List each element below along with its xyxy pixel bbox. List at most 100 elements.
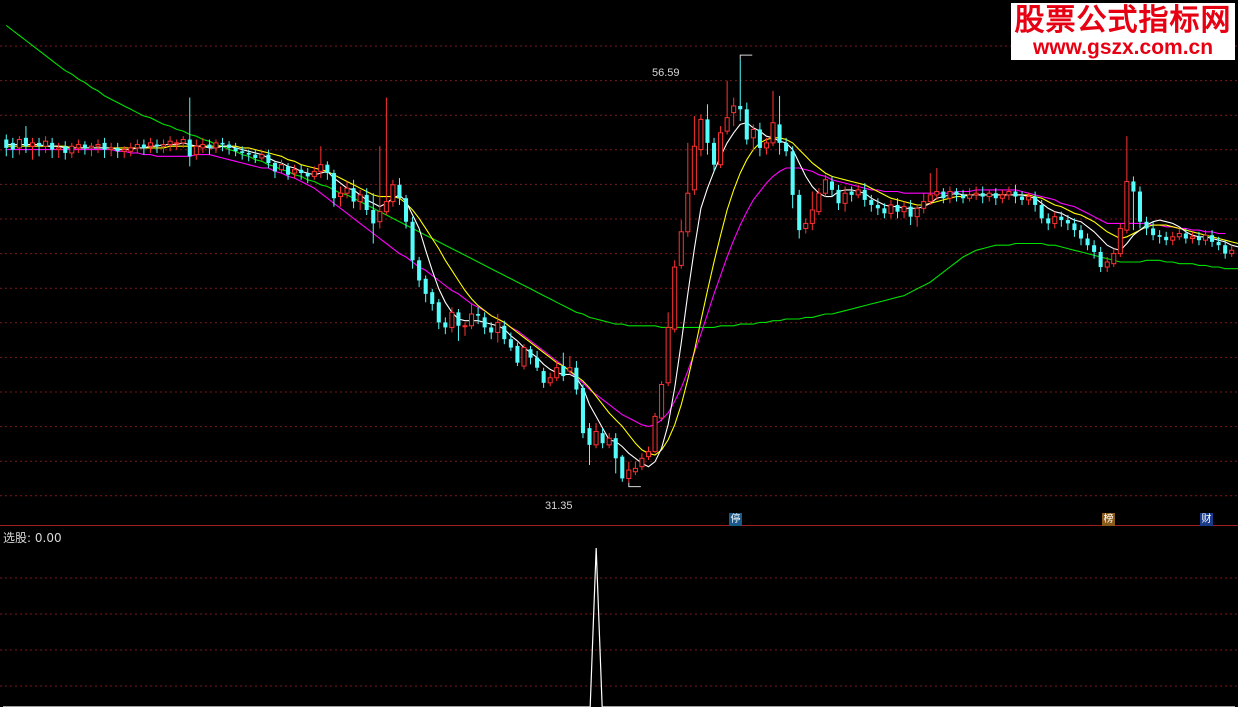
candle-body [855,189,861,196]
candle-body [233,147,238,152]
candle-body [174,142,180,145]
candle-body [16,139,22,149]
candle [672,260,678,333]
candle-body [705,119,710,143]
candle-body [1176,232,1182,238]
candle-body [1013,191,1018,197]
candle-body [718,132,724,166]
candle-body [278,164,285,171]
stock-chart[interactable] [0,0,1238,707]
candle-body [299,169,304,174]
candle-body [691,145,697,191]
candle-body [108,147,114,151]
indicator-label: 选股: 0.00 [3,531,62,545]
candle-body [862,189,867,200]
candle-body [724,117,730,132]
low-price-label: 31.35 [545,500,573,512]
candle-body [816,192,822,213]
candle-body [672,266,678,330]
candle-body [482,317,487,328]
candle-body [941,191,946,199]
candle-body [836,189,841,204]
high-price-label: 56.59 [652,67,680,79]
candle-body [56,147,62,151]
indicator-name: 选股 [3,531,28,545]
candle-body [1072,223,1077,231]
candle-body [986,192,992,198]
candle-body [515,345,520,363]
candle-body [1151,228,1156,236]
candle-body [600,433,605,444]
candle-body [973,192,979,196]
candle-body [1026,196,1032,201]
candle-body [1189,236,1195,240]
candle-body [213,142,219,149]
candle-body [561,366,566,377]
candle [620,454,625,482]
candle-body [744,109,749,140]
candle-body [371,209,376,224]
candle [659,381,665,422]
candle-body [403,198,409,222]
candle-body [469,313,475,327]
candle-body [1039,204,1044,219]
candle-body [462,325,468,328]
event-badge-ranking[interactable]: 榜 [1102,513,1115,526]
candle-body [652,415,658,453]
candle-body [980,193,985,197]
candle-body [829,181,835,190]
candle-body [620,456,625,479]
candle-body [147,142,153,147]
candle-body [665,326,671,384]
candle-body [430,292,435,304]
candle-body [790,151,795,195]
candle-body [456,312,461,326]
candle-body [528,349,533,358]
candle-body [1144,221,1149,229]
candle-body [784,142,789,152]
candle [652,413,658,454]
candle-body [88,145,94,149]
candle-body [869,199,874,205]
candle-body [803,222,809,229]
candle-body [246,152,251,155]
candle-body [357,194,363,203]
candle-body [1092,245,1097,252]
candle-body [849,191,854,195]
candle-body [1117,227,1123,255]
candle-body [1216,241,1221,246]
candle-body [954,191,959,195]
candle-body [914,207,920,218]
candle-body [1202,234,1209,241]
candle-body [1164,236,1169,241]
candle-body [417,260,422,281]
candle-body [220,142,225,145]
candle [718,126,724,169]
candle-body [377,211,383,223]
candle-body [875,204,880,209]
candle-body [1223,245,1228,254]
candle-body [311,170,317,177]
candle-body [141,144,146,148]
candle-body [508,339,513,348]
candle-body [383,201,389,213]
candle-body [292,169,298,174]
candle-body [1078,230,1084,239]
candle-body [993,193,998,199]
candle-body [1157,235,1162,237]
candle-body [207,144,212,148]
candle-body [344,187,350,194]
candle-body [1085,238,1090,246]
event-badge-suspend[interactable]: 停 [729,513,742,526]
candle-body [128,147,134,152]
candle-body [547,377,553,384]
candle-body [266,154,271,164]
candle-body [639,457,645,468]
candle-body [318,164,324,172]
candle-body [161,144,167,147]
candle-body [476,314,481,316]
event-badge-finance[interactable]: 财 [1200,513,1213,526]
candle-body [698,118,704,151]
candle-body [4,139,9,148]
candle-body [410,221,415,261]
